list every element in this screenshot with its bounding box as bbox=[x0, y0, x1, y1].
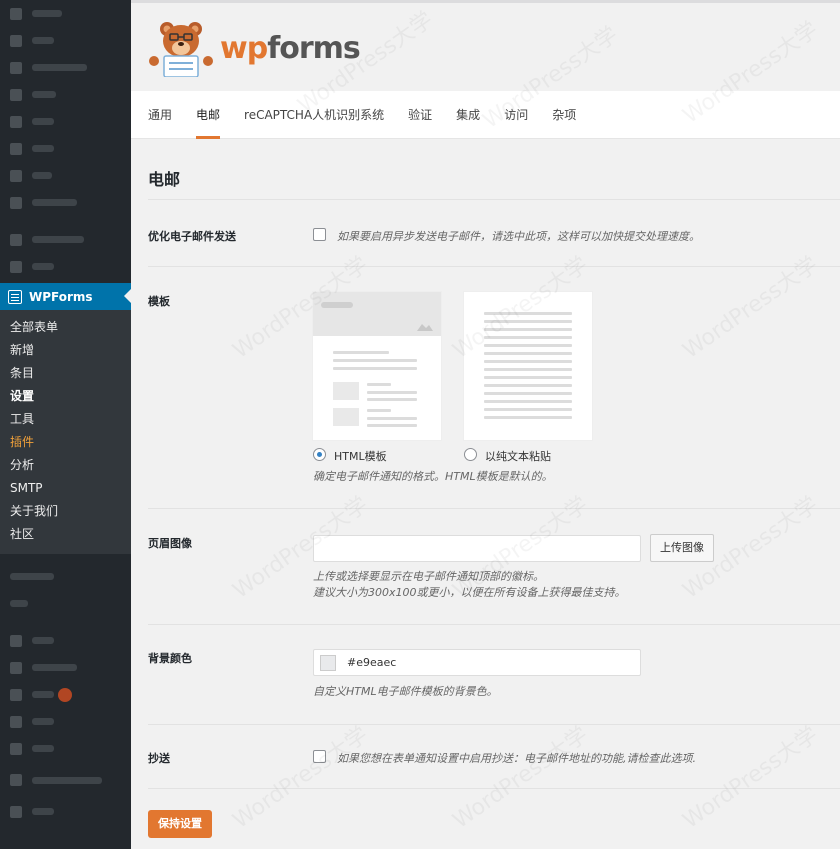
wpforms-logo: wpforms bbox=[148, 19, 361, 77]
header-image-input[interactable] bbox=[313, 535, 641, 562]
tab-general[interactable]: 通用 bbox=[148, 91, 172, 139]
image-placeholder-icon bbox=[417, 324, 433, 331]
blurred-menu-item[interactable] bbox=[0, 226, 131, 253]
header-image-description: 上传或选择要显示在电子邮件通知顶部的徽标。 建议大小为300x100或更小，以便… bbox=[313, 569, 626, 601]
async-checkbox[interactable] bbox=[313, 228, 326, 241]
save-settings-button[interactable]: 保持设置 bbox=[148, 810, 212, 838]
submenu-community[interactable]: 社区 bbox=[0, 523, 131, 546]
submenu-settings[interactable]: 设置 bbox=[0, 385, 131, 408]
divider bbox=[148, 788, 840, 789]
divider bbox=[148, 508, 840, 509]
blurred-menu-item[interactable] bbox=[0, 253, 131, 280]
blurred-menu-item[interactable] bbox=[0, 735, 131, 762]
tab-validation[interactable]: 验证 bbox=[408, 91, 432, 139]
submenu-smtp[interactable]: SMTP bbox=[0, 477, 131, 500]
divider bbox=[148, 266, 840, 267]
sidebar-item-wpforms[interactable]: WPForms bbox=[0, 283, 131, 310]
blurred-menu-item[interactable] bbox=[0, 0, 131, 27]
wpforms-icon bbox=[8, 289, 22, 304]
divider bbox=[148, 199, 840, 200]
blurred-menu-item[interactable] bbox=[0, 108, 131, 135]
tab-misc[interactable]: 杂项 bbox=[552, 91, 576, 139]
blurred-menu-item[interactable] bbox=[0, 762, 131, 798]
blurred-menu-item[interactable] bbox=[0, 627, 131, 654]
upload-image-button[interactable]: 上传图像 bbox=[650, 534, 714, 562]
blurred-menu-item[interactable] bbox=[0, 681, 131, 708]
blurred-menu-item[interactable] bbox=[0, 708, 131, 735]
plain-text-radio[interactable] bbox=[464, 448, 477, 461]
tab-email[interactable]: 电邮 bbox=[196, 91, 221, 139]
submenu-about-us[interactable]: 关于我们 bbox=[0, 500, 131, 523]
html-template-radio[interactable] bbox=[313, 448, 326, 461]
logo-wp: wp bbox=[220, 30, 268, 66]
cc-label: 抄送 bbox=[148, 752, 170, 765]
wpforms-submenu: 全部表单 新增 条目 设置 工具 插件 分析 SMTP 关于我们 社区 bbox=[0, 310, 131, 554]
tab-access[interactable]: 访问 bbox=[504, 91, 528, 139]
blurred-menu-item[interactable] bbox=[0, 798, 131, 825]
async-label: 优化电子邮件发送 bbox=[148, 230, 236, 243]
wpforms-wordmark: wpforms bbox=[220, 30, 361, 66]
html-template-preview[interactable] bbox=[313, 292, 441, 440]
blurred-menu-item[interactable] bbox=[0, 81, 131, 108]
divider bbox=[148, 624, 840, 625]
blurred-menu-item[interactable] bbox=[0, 27, 131, 54]
tab-recaptcha[interactable]: reCAPTCHA人机识别系统 bbox=[244, 91, 384, 139]
sidebar-item-label: WPForms bbox=[29, 289, 93, 304]
settings-content: 电邮 优化电子邮件发送 如果要启用异步发送电子邮件，请选中此项，这样可以加快提交… bbox=[131, 140, 840, 849]
plain-text-template-preview[interactable] bbox=[464, 292, 592, 440]
plain-text-option-label: 以纯文本粘贴 bbox=[485, 450, 551, 463]
html-template-option-label: HTML模板 bbox=[334, 450, 387, 463]
logo-forms: forms bbox=[267, 30, 361, 66]
blurred-menu-top bbox=[0, 0, 131, 280]
blurred-menu-item[interactable] bbox=[0, 54, 131, 81]
cc-checkbox[interactable] bbox=[313, 750, 326, 763]
cc-description: 如果您想在表单通知设置中启用抄送：电子邮件地址的功能,请检查此选项. bbox=[337, 752, 696, 765]
blurred-menu-item[interactable] bbox=[0, 135, 131, 162]
bear-mascot-icon bbox=[149, 22, 213, 77]
template-description: 确定电子邮件通知的格式。HTML模板是默认的。 bbox=[313, 470, 553, 483]
active-arrow bbox=[124, 289, 131, 303]
color-swatch[interactable] bbox=[320, 655, 336, 671]
blurred-menu-item[interactable] bbox=[0, 189, 131, 216]
background-color-description: 自定义HTML电子邮件模板的背景色。 bbox=[313, 685, 498, 698]
submenu-tools[interactable]: 工具 bbox=[0, 408, 131, 431]
blurred-menu-item[interactable] bbox=[0, 654, 131, 681]
submenu-addons[interactable]: 插件 bbox=[0, 431, 131, 454]
blurred-menu-bottom bbox=[0, 563, 131, 825]
settings-tabs: 通用 电邮 reCAPTCHA人机识别系统 验证 集成 访问 杂项 bbox=[131, 91, 840, 139]
header-image-desc-line1: 上传或选择要显示在电子邮件通知顶部的徽标。 bbox=[313, 570, 544, 583]
update-badge bbox=[58, 687, 72, 702]
header-image-desc-line2: 建议大小为300x100或更小，以便在所有设备上获得最佳支持。 bbox=[313, 586, 626, 599]
blurred-menu-item[interactable] bbox=[0, 162, 131, 189]
tab-integrations[interactable]: 集成 bbox=[456, 91, 480, 139]
blurred-menu-item[interactable] bbox=[0, 590, 131, 617]
wpforms-header: wpforms bbox=[131, 3, 840, 91]
submenu-analytics[interactable]: 分析 bbox=[0, 454, 131, 477]
submenu-entries[interactable]: 条目 bbox=[0, 362, 131, 385]
page-title: 电邮 bbox=[148, 170, 181, 189]
divider bbox=[148, 724, 840, 725]
submenu-all-forms[interactable]: 全部表单 bbox=[0, 316, 131, 339]
blurred-menu-item[interactable] bbox=[0, 563, 131, 590]
background-color-label: 背景颜色 bbox=[148, 652, 192, 665]
header-image-label: 页眉图像 bbox=[148, 537, 192, 550]
submenu-add-new[interactable]: 新增 bbox=[0, 339, 131, 362]
color-value: #e9eaec bbox=[347, 656, 397, 669]
async-description: 如果要启用异步发送电子邮件，请选中此项，这样可以加快提交处理速度。 bbox=[337, 230, 700, 243]
admin-sidebar: WPForms 全部表单 新增 条目 设置 工具 插件 分析 SMTP 关于我们… bbox=[0, 0, 131, 849]
template-label: 模板 bbox=[148, 295, 170, 308]
background-color-input[interactable]: #e9eaec bbox=[313, 649, 641, 676]
